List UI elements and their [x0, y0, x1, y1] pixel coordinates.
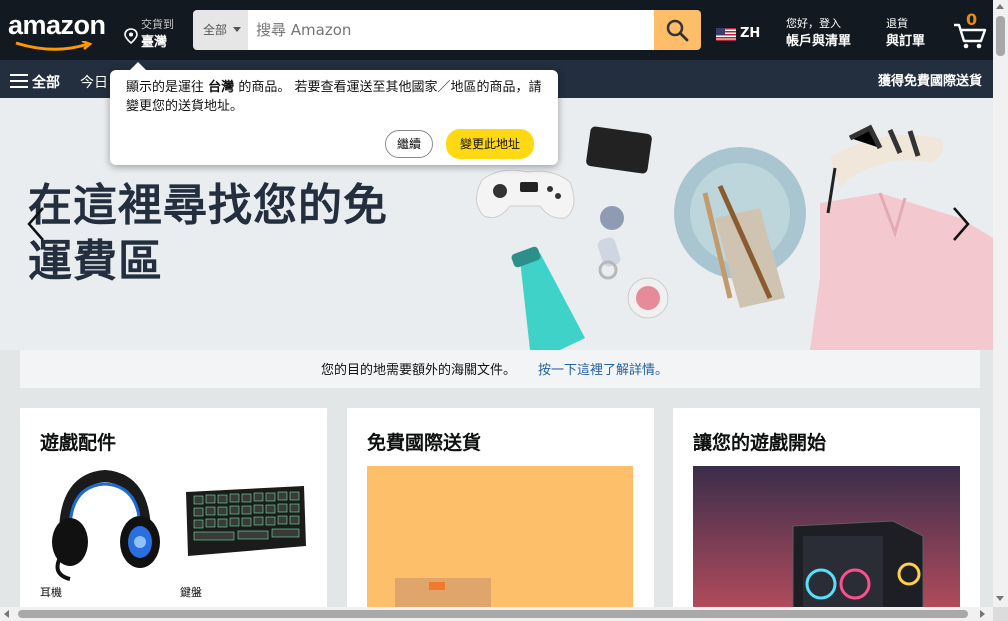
all-menu-label: 全部 [32, 75, 60, 91]
customs-notice-text: 您的目的地需要額外的海關文件。 [321, 363, 517, 378]
hero-title-line1: 在這裡尋找您的免 [28, 180, 388, 231]
logo-smile-icon [15, 41, 93, 51]
hamburger-icon [10, 74, 28, 92]
returns-label: 退貨 [886, 17, 908, 30]
keyboard-image [180, 464, 310, 582]
card-gaming-accessories: 遊戲配件 耳機 鍵盤 [20, 408, 327, 608]
amazon-homepage: amazon 交貨到 臺灣 全部 搜尋 Amazon ZH 您好，登入 帳戶與清… [0, 0, 1008, 621]
search-input[interactable] [248, 10, 654, 50]
deliver-to-location[interactable]: 交貨到 臺灣 [118, 6, 190, 54]
card-title[interactable]: 讓您的遊戲開始 [693, 428, 826, 455]
tile-caption-keyboard: 鍵盤 [180, 586, 202, 599]
account-and-lists[interactable]: 您好，登入 帳戶與清單 [776, 6, 862, 54]
hero-title-line2: 運費區 [28, 236, 163, 287]
card-free-international-shipping: 免費國際送貨 [347, 408, 654, 608]
horizontal-scrollbar[interactable] [0, 607, 993, 621]
tile-caption-headset: 耳機 [40, 586, 62, 599]
deliver-location: 臺灣 [141, 35, 168, 50]
carousel-next-button[interactable] [915, 98, 993, 350]
logo-text: amazon [8, 10, 106, 40]
popover-location: 台灣 [208, 80, 235, 95]
card-title[interactable]: 遊戲配件 [40, 428, 116, 455]
change-address-button[interactable]: 變更此地址 [446, 129, 534, 159]
account-lists-label: 帳戶與清單 [786, 34, 852, 49]
deliver-label: 交貨到 [141, 18, 174, 31]
search-category-select[interactable]: 全部 [193, 10, 248, 50]
free-shipping-image[interactable] [367, 466, 633, 608]
continue-button[interactable]: 繼續 [385, 130, 433, 158]
scroll-left-icon[interactable] [4, 610, 9, 618]
orders-label: 與訂單 [886, 34, 926, 49]
returns-and-orders[interactable]: 退貨 與訂單 [878, 6, 936, 54]
vertical-scrollbar[interactable] [993, 0, 1008, 607]
us-flag-icon [716, 28, 736, 41]
scrollbar-corner [993, 607, 1008, 621]
cart-icon [954, 23, 987, 49]
scroll-up-icon[interactable] [996, 4, 1004, 9]
search-button[interactable] [654, 10, 701, 50]
package-image [395, 578, 491, 608]
language-code: ZH [740, 26, 761, 41]
free-international-shipping-link[interactable]: 獲得免費國際送貨 [868, 64, 994, 94]
horizontal-scroll-thumb[interactable] [18, 610, 968, 618]
scroll-down-icon[interactable] [996, 596, 1004, 601]
popover-text-prefix: 顯示的是運往 [126, 80, 205, 95]
search-bar: 全部 [193, 10, 701, 50]
tile-keyboard[interactable] [180, 464, 310, 582]
chevron-right-icon [953, 207, 970, 241]
language-selector[interactable]: ZH [712, 6, 762, 54]
todays-deals-label: 今日 [80, 75, 108, 91]
amazon-logo[interactable]: amazon [4, 6, 114, 54]
popover-message: 顯示的是運往 台灣 的商品。 若要查看運送至其他國家／地區的商品，請變更您的送貨… [126, 78, 546, 116]
carousel-prev-button[interactable] [0, 98, 86, 350]
hero-title: 在這裡尋找您的免 運費區 [28, 178, 448, 290]
search-category-label: 全部 [203, 23, 228, 37]
location-pin-icon [124, 28, 138, 44]
search-icon [666, 19, 689, 42]
vertical-scroll-thumb[interactable] [996, 16, 1005, 56]
free-intl-label: 獲得免費國際送貨 [878, 74, 983, 89]
account-greeting: 您好，登入 [786, 17, 841, 30]
top-nav-bar: amazon 交貨到 臺灣 全部 搜尋 Amazon ZH 您好，登入 帳戶與清… [0, 0, 993, 60]
tile-headset[interactable] [40, 464, 170, 582]
popover-arrow [130, 62, 146, 70]
all-menu-button[interactable]: 全部 [2, 64, 70, 96]
delivery-location-popover: 顯示的是運往 台灣 的商品。 若要查看運送至其他國家／地區的商品，請變更您的送貨… [110, 62, 558, 165]
chevron-left-icon [27, 207, 44, 241]
cart-button[interactable]: 0 [938, 6, 993, 54]
headset-image [40, 464, 170, 582]
scroll-right-icon[interactable] [980, 610, 985, 618]
caret-down-icon [233, 27, 241, 32]
card-get-your-game-on: 讓您的遊戲開始 [673, 408, 980, 608]
gaming-pc-image[interactable] [693, 466, 960, 608]
card-title[interactable]: 免費國際送貨 [367, 428, 481, 455]
gaming-pc-graphic [693, 466, 960, 608]
customs-learn-more-link[interactable]: 按一下這裡了解詳情。 [538, 359, 668, 378]
